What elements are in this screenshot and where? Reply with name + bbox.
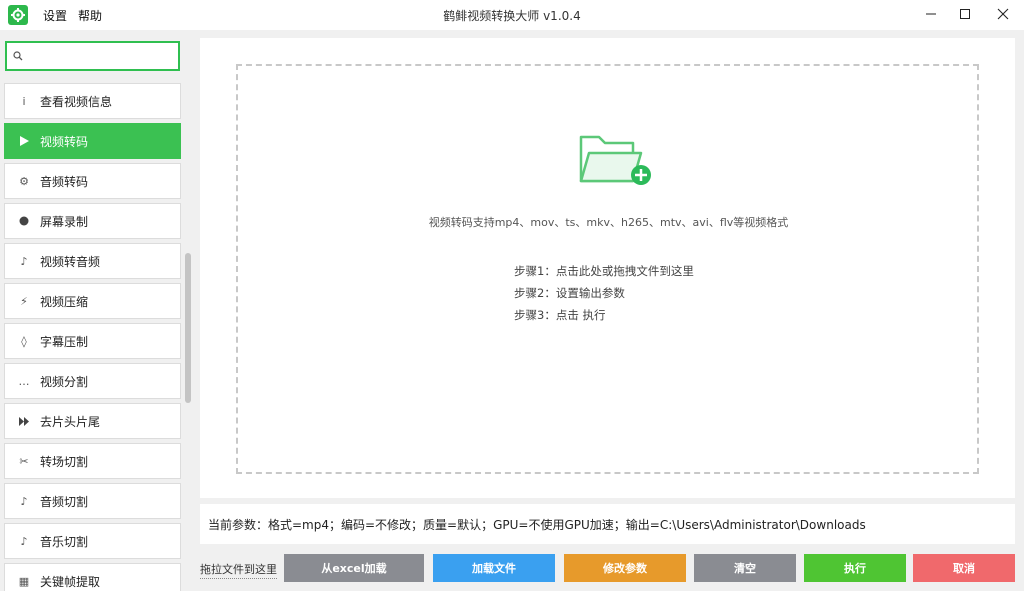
maximize-button[interactable] bbox=[948, 0, 982, 28]
sidebar-item-label: 去片头片尾 bbox=[40, 414, 101, 429]
sidebar-item-video-to-audio[interactable]: ♪ 视频转音频 bbox=[4, 243, 181, 279]
window-title: 鹤鲱视频转换大师 v1.0.4 bbox=[443, 9, 581, 23]
sidebar-item-subtitle-burn[interactable]: ◊ 字幕压制 bbox=[4, 323, 181, 359]
sidebar-item-video-compress[interactable]: ⚡ 视频压缩 bbox=[4, 283, 181, 319]
steps-list: 步骤1：点击此处或拖拽文件到这里 步骤2：设置输出参数 步骤3：点击 执行 bbox=[514, 260, 694, 326]
nav-list: i 查看视频信息 视频转码 ⚙ 音频转码 屏幕录制 ♪ 视频转音频 ⚡ 视频压缩… bbox=[4, 83, 182, 591]
info-icon: i bbox=[22, 94, 26, 108]
sidebar-item-label: 视频转码 bbox=[40, 134, 89, 149]
record-icon bbox=[17, 214, 31, 228]
sidebar-item-label: 视频转音频 bbox=[40, 254, 101, 269]
sidebar-item-keyframe-extract[interactable]: ▦ 关键帧提取 bbox=[4, 563, 181, 591]
clear-button[interactable]: 清空 bbox=[694, 554, 796, 582]
sidebar-item-label: 音频转码 bbox=[40, 174, 89, 189]
file-drop-zone[interactable]: 视频转码支持mp4、mov、ts、mkv、h265、mtv、avi、flv等视频… bbox=[236, 64, 979, 474]
sidebar-item-audio-cut[interactable]: ♪ 音频切割 bbox=[4, 483, 181, 519]
sidebar-item-label: 音频切割 bbox=[40, 494, 89, 509]
add-folder-icon bbox=[579, 135, 651, 185]
music-note-icon: ♪ bbox=[20, 254, 28, 268]
sidebar-item-video-info[interactable]: i 查看视频信息 bbox=[4, 83, 181, 119]
sidebar-item-trim-head-tail[interactable]: 去片头片尾 bbox=[4, 403, 181, 439]
lightning-icon: ⚡ bbox=[20, 294, 28, 308]
scissors-icon: ✂ bbox=[19, 454, 29, 468]
search-box[interactable] bbox=[5, 41, 180, 71]
sidebar-item-music-cut[interactable]: ♪ 音乐切割 bbox=[4, 523, 181, 559]
cancel-button[interactable]: 取消 bbox=[913, 554, 1015, 582]
close-button[interactable] bbox=[986, 0, 1020, 28]
run-button[interactable]: 执行 bbox=[804, 554, 906, 582]
drop-panel: 视频转码支持mp4、mov、ts、mkv、h265、mtv、avi、flv等视频… bbox=[200, 38, 1015, 498]
scrollbar-thumb[interactable] bbox=[185, 253, 191, 403]
supported-formats-text: 视频转码支持mp4、mov、ts、mkv、h265、mtv、avi、flv等视频… bbox=[428, 216, 789, 229]
maximize-icon bbox=[960, 9, 970, 19]
sidebar-item-label: 音乐切割 bbox=[40, 534, 89, 549]
gear-icon: ⚙ bbox=[19, 174, 29, 188]
play-icon bbox=[17, 134, 31, 148]
drag-files-hint: 拖拉文件到这里 bbox=[200, 561, 277, 579]
sidebar-item-label: 字幕压制 bbox=[40, 334, 89, 349]
minimize-button[interactable] bbox=[914, 0, 948, 28]
sidebar-item-label: 屏幕录制 bbox=[40, 214, 89, 229]
sidebar-item-transition-cut[interactable]: ✂ 转场切割 bbox=[4, 443, 181, 479]
search-input[interactable] bbox=[29, 49, 169, 63]
sidebar-item-video-transcode[interactable]: 视频转码 bbox=[4, 123, 181, 159]
sidebar-item-screen-record[interactable]: 屏幕录制 bbox=[4, 203, 181, 239]
fast-forward-icon bbox=[17, 414, 31, 428]
sidebar: i 查看视频信息 视频转码 ⚙ 音频转码 屏幕录制 ♪ 视频转音频 ⚡ 视频压缩… bbox=[0, 30, 194, 591]
sidebar-scrollbar[interactable] bbox=[185, 83, 191, 591]
step-3: 步骤3：点击 执行 bbox=[514, 308, 606, 322]
current-params-status: 当前参数：格式=mp4；编码=不修改；质量=默认；GPU=不使用GPU加速；输出… bbox=[200, 504, 1015, 544]
close-icon bbox=[997, 8, 1009, 20]
main-area: 视频转码支持mp4、mov、ts、mkv、h265、mtv、avi、flv等视频… bbox=[194, 30, 1024, 591]
search-icon bbox=[13, 51, 23, 61]
bottom-toolbar: 拖拉文件到这里 从excel加载 加载文件 修改参数 清空 执行 取消 bbox=[194, 551, 1024, 591]
sidebar-item-audio-transcode[interactable]: ⚙ 音频转码 bbox=[4, 163, 181, 199]
grid-icon: ▦ bbox=[18, 574, 30, 588]
minimize-icon bbox=[926, 13, 936, 15]
step-2: 步骤2：设置输出参数 bbox=[514, 286, 625, 300]
sidebar-item-label: 查看视频信息 bbox=[40, 94, 113, 109]
modify-params-button[interactable]: 修改参数 bbox=[564, 554, 686, 582]
load-file-button[interactable]: 加载文件 bbox=[433, 554, 555, 582]
sidebar-item-video-split[interactable]: … 视频分割 bbox=[4, 363, 181, 399]
current-params-text: 当前参数：格式=mp4；编码=不修改；质量=默认；GPU=不使用GPU加速；输出… bbox=[208, 517, 866, 532]
diamond-icon: ◊ bbox=[21, 334, 27, 348]
music-note-icon: ♪ bbox=[20, 534, 28, 548]
sidebar-item-label: 转场切割 bbox=[40, 454, 89, 469]
music-note-icon: ♪ bbox=[20, 494, 28, 508]
sidebar-item-label: 视频压缩 bbox=[40, 294, 89, 309]
title-bar: 设置 帮助 鹤鲱视频转换大师 v1.0.4 bbox=[0, 0, 1024, 30]
sidebar-item-label: 关键帧提取 bbox=[40, 574, 101, 589]
step-1: 步骤1：点击此处或拖拽文件到这里 bbox=[514, 264, 694, 278]
app-window: 设置 帮助 鹤鲱视频转换大师 v1.0.4 i 查看视频信息 视频转码 ⚙ 音频… bbox=[0, 0, 1024, 591]
ellipsis-icon: … bbox=[18, 374, 30, 388]
load-from-excel-button[interactable]: 从excel加载 bbox=[284, 554, 424, 582]
sidebar-item-label: 视频分割 bbox=[40, 374, 89, 389]
